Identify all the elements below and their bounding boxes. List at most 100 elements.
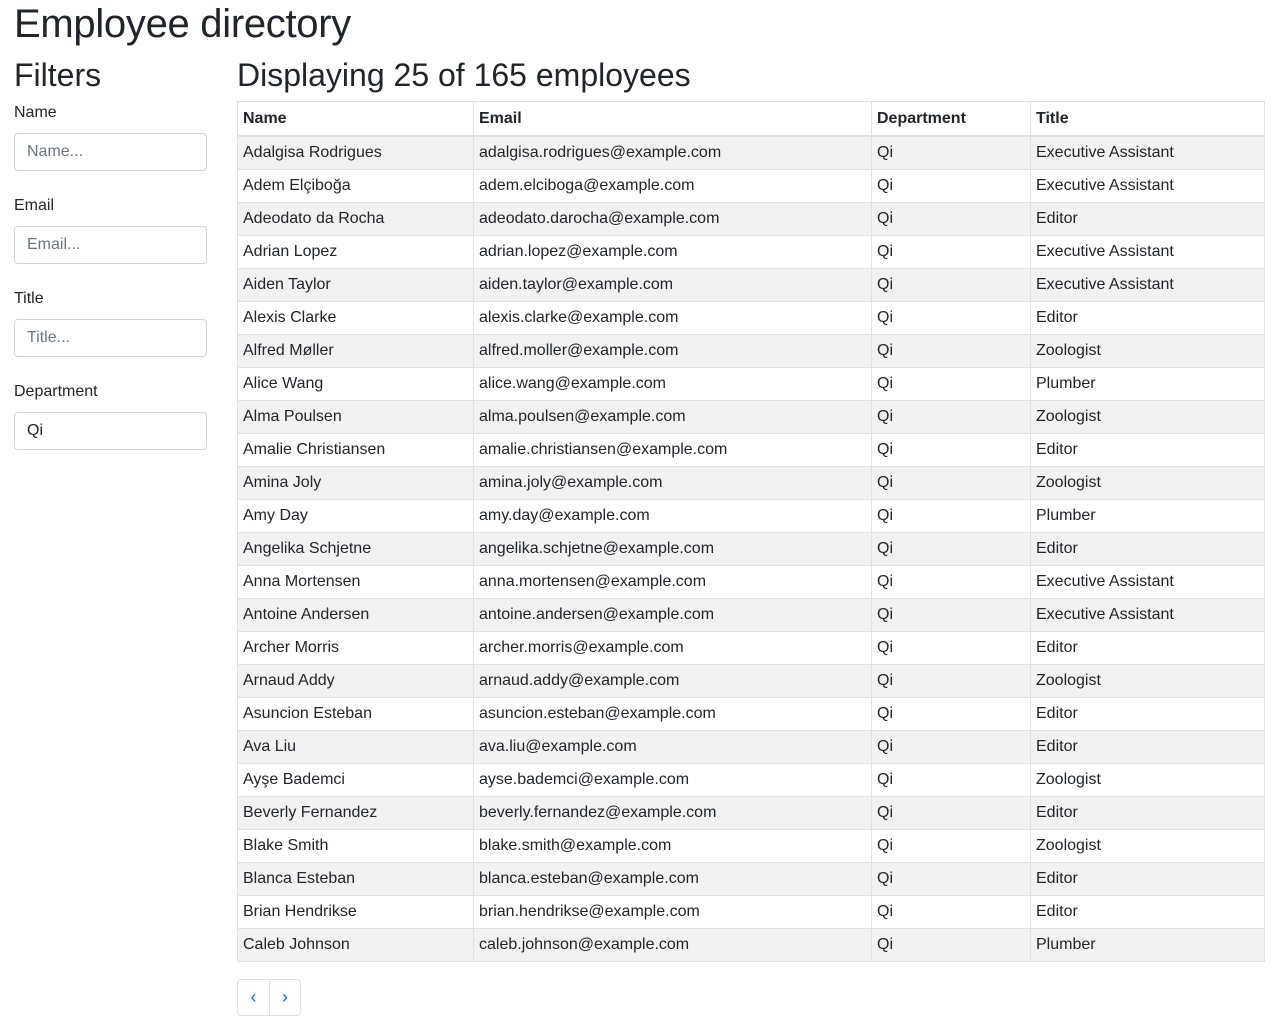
pagination: ‹ ›	[237, 979, 1264, 1016]
table-row: Archer Morris archer.morris@example.com Qi…	[237, 631, 1265, 665]
cell-title: Editor	[1030, 697, 1265, 731]
cell-department: Qi	[871, 499, 1031, 533]
cell-email: anna.mortensen@example.com	[473, 565, 872, 599]
department-filter-label: Department	[14, 383, 98, 400]
name-filter-label: Name	[14, 104, 57, 121]
name-filter-input[interactable]	[14, 133, 207, 171]
cell-department: Qi	[871, 895, 1031, 929]
table-row: Adem Elçiboğa adem.elciboga@example.com Qi…	[237, 169, 1265, 203]
cell-title: Editor	[1030, 433, 1265, 467]
table-row: Blanca Esteban blanca.esteban@example.com…	[237, 862, 1265, 896]
employee-table: Name Email Department Title Adalgisa Rod…	[237, 101, 1265, 962]
cell-name: Amy Day	[237, 499, 474, 533]
cell-email: ayse.bademci@example.com	[473, 763, 872, 797]
email-filter-group: Email	[14, 196, 207, 282]
cell-title: Editor	[1030, 862, 1265, 896]
next-page-button[interactable]: ›	[269, 979, 301, 1016]
table-row: Blake Smith blake.smith@example.com Qi Zool…	[237, 829, 1265, 863]
cell-email: amina.joly@example.com	[473, 466, 872, 500]
cell-title: Zoologist	[1030, 763, 1265, 797]
cell-department: Qi	[871, 565, 1031, 599]
table-row: Adrian Lopez adrian.lopez@example.com Qi Ex…	[237, 235, 1265, 269]
cell-email: aiden.taylor@example.com	[473, 268, 872, 302]
cell-department: Qi	[871, 862, 1031, 896]
cell-title: Zoologist	[1030, 334, 1265, 368]
title-filter-input[interactable]	[14, 319, 207, 357]
cell-title: Editor	[1030, 532, 1265, 566]
cell-email: adrian.lopez@example.com	[473, 235, 872, 269]
cell-title: Executive Assistant	[1030, 169, 1265, 203]
cell-department: Qi	[871, 532, 1031, 566]
cell-title: Editor	[1030, 895, 1265, 929]
cell-department: Qi	[871, 730, 1031, 764]
cell-name: Angelika Schjetne	[237, 532, 474, 566]
cell-email: alexis.clarke@example.com	[473, 301, 872, 335]
title-filter-group: Title	[14, 289, 207, 375]
email-filter-input[interactable]	[14, 226, 207, 264]
department-filter-group: Department	[14, 382, 207, 468]
cell-department: Qi	[871, 697, 1031, 731]
cell-name: Caleb Johnson	[237, 928, 474, 962]
cell-title: Executive Assistant	[1030, 598, 1265, 632]
cell-name: Ava Liu	[237, 730, 474, 764]
results-heading: Displaying 25 of 165 employees	[237, 57, 691, 93]
cell-title: Zoologist	[1030, 829, 1265, 863]
cell-title: Executive Assistant	[1030, 268, 1265, 302]
cell-name: Anna Mortensen	[237, 565, 474, 599]
cell-email: blake.smith@example.com	[473, 829, 872, 863]
table-row: Beverly Fernandez beverly.fernandez@examp…	[237, 796, 1265, 830]
cell-email: amy.day@example.com	[473, 499, 872, 533]
cell-department: Qi	[871, 169, 1031, 203]
cell-name: Amalie Christiansen	[237, 433, 474, 467]
cell-department: Qi	[871, 631, 1031, 665]
cell-title: Plumber	[1030, 499, 1265, 533]
cell-name: Arnaud Addy	[237, 664, 474, 698]
name-filter-group: Name	[14, 103, 207, 189]
filters-panel: Filters Name Email Title Department	[14, 56, 207, 468]
cell-department: Qi	[871, 367, 1031, 401]
cell-title: Editor	[1030, 796, 1265, 830]
cell-email: brian.hendrikse@example.com	[473, 895, 872, 929]
cell-email: angelika.schjetne@example.com	[473, 532, 872, 566]
page-title: Employee directory	[14, 2, 351, 46]
cell-email: blanca.esteban@example.com	[473, 862, 872, 896]
table-row: Amina Joly amina.joly@example.com Qi Zoolog…	[237, 466, 1265, 500]
cell-department: Qi	[871, 763, 1031, 797]
department-filter-input[interactable]	[14, 412, 207, 450]
cell-department: Qi	[871, 235, 1031, 269]
table-row: Asuncion Esteban asuncion.esteban@example…	[237, 697, 1265, 731]
cell-email: ava.liu@example.com	[473, 730, 872, 764]
cell-name: Blake Smith	[237, 829, 474, 863]
cell-name: Asuncion Esteban	[237, 697, 474, 731]
cell-email: alma.poulsen@example.com	[473, 400, 872, 434]
title-filter-label: Title	[14, 290, 44, 307]
cell-email: adem.elciboga@example.com	[473, 169, 872, 203]
cell-name: Adalgisa Rodrigues	[237, 135, 474, 170]
results-panel: Displaying 25 of 165 employees Name Emai…	[237, 56, 1265, 1016]
cell-title: Editor	[1030, 631, 1265, 665]
cell-department: Qi	[871, 829, 1031, 863]
cell-department: Qi	[871, 664, 1031, 698]
table-row: Alfred Møller alfred.moller@example.com Qi…	[237, 334, 1265, 368]
table-row: Amy Day amy.day@example.com Qi Plumber	[237, 499, 1265, 533]
column-header-email: Email	[473, 101, 872, 137]
cell-email: caleb.johnson@example.com	[473, 928, 872, 962]
table-row: Adeodato da Rocha adeodato.darocha@exampl…	[237, 202, 1265, 236]
cell-name: Beverly Fernandez	[237, 796, 474, 830]
cell-name: Amina Joly	[237, 466, 474, 500]
cell-department: Qi	[871, 466, 1031, 500]
table-row: Ava Liu ava.liu@example.com Qi Editor	[237, 730, 1265, 764]
cell-title: Executive Assistant	[1030, 235, 1265, 269]
cell-name: Antoine Andersen	[237, 598, 474, 632]
cell-department: Qi	[871, 301, 1031, 335]
cell-name: Alfred Møller	[237, 334, 474, 368]
table-row: Caleb Johnson caleb.johnson@example.com Qi…	[237, 928, 1265, 962]
table-body: Adalgisa Rodrigues adalgisa.rodrigues@exa…	[237, 135, 1265, 962]
cell-department: Qi	[871, 796, 1031, 830]
cell-department: Qi	[871, 433, 1031, 467]
cell-title: Zoologist	[1030, 466, 1265, 500]
cell-title: Executive Assistant	[1030, 565, 1265, 599]
table-row: Ayşe Bademci ayse.bademci@example.com Qi Zo…	[237, 763, 1265, 797]
cell-email: arnaud.addy@example.com	[473, 664, 872, 698]
previous-page-button[interactable]: ‹	[237, 979, 270, 1016]
